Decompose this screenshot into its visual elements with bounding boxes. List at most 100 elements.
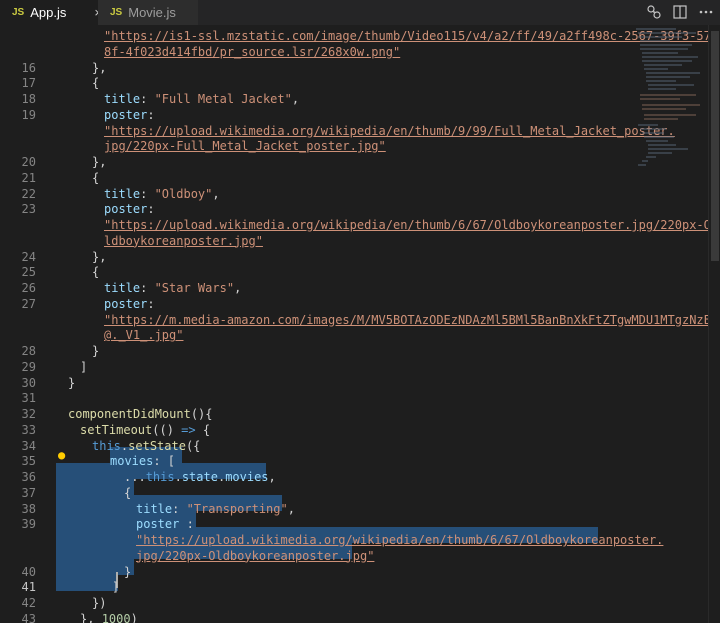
code-text: ...this.state.movies, xyxy=(124,469,276,485)
code-line: 41] xyxy=(0,579,634,595)
code-token: : xyxy=(140,92,155,106)
code-line: 28} xyxy=(0,343,634,359)
code-text: }) xyxy=(92,595,106,611)
js-file-icon: JS xyxy=(12,7,25,18)
line-number: 37 xyxy=(21,485,36,500)
tab-app-js[interactable]: JS App.js × xyxy=(0,0,102,25)
code-text: "https://is1-ssl.mzstatic.com/image/thum… xyxy=(104,28,711,44)
code-token: ] xyxy=(112,580,120,595)
code-token: @._V1_.jpg" xyxy=(104,328,184,343)
line-number: 19 xyxy=(21,107,36,122)
code-token: : xyxy=(140,186,155,201)
code-token: ] xyxy=(80,359,88,374)
code-line: "https://upload.wikimedia.org/wikipedia/… xyxy=(0,217,711,233)
line-number: 20 xyxy=(21,155,36,169)
code-token: "https://upload.wikimedia.org/wikipedia/… xyxy=(104,218,711,232)
code-text: }, 1000) xyxy=(80,611,138,623)
code-line: "https://upload.wikimedia.org/wikipedia/… xyxy=(0,123,675,139)
code-text: { xyxy=(92,264,99,280)
line-number: 38 xyxy=(21,501,36,516)
line-number: 31 xyxy=(21,391,36,406)
code-token: }, xyxy=(92,155,107,169)
code-token: { xyxy=(195,422,211,437)
code-line: 43 }, 1000) xyxy=(0,611,634,623)
code-token: , xyxy=(287,501,295,516)
line-number: 42 xyxy=(21,596,36,610)
code-line: 22 title: "Oldboy", xyxy=(0,186,634,202)
code-token: poster xyxy=(104,296,148,311)
line-number: 43 xyxy=(21,611,36,623)
code-token: poster xyxy=(104,107,148,122)
code-line: 32 componentDidMount(){ xyxy=(0,406,634,422)
code-line: 36 ...this.state.movies, xyxy=(0,469,634,485)
code-token: jpg/220px-Oldboykoreanposter.jpg" xyxy=(136,548,375,563)
line-number: 39 xyxy=(21,517,36,532)
code-token: : xyxy=(179,517,194,532)
code-token: "Oldboy" xyxy=(154,186,213,201)
code-token: }) xyxy=(92,596,107,610)
line-number: 34 xyxy=(21,438,36,453)
code-line: jpg/220px-Oldboykoreanposter.jpg" xyxy=(0,548,634,564)
code-text: this.setState({ xyxy=(92,438,200,454)
code-text: poster: xyxy=(104,201,155,217)
line-number: 18 xyxy=(21,92,36,106)
code-line: 34 this.setState({ xyxy=(0,438,634,454)
code-line: 23 poster: xyxy=(0,201,634,217)
line-number: 36 xyxy=(21,470,36,484)
line-number: 25 xyxy=(21,265,36,280)
line-number: 35 xyxy=(21,454,36,469)
code-token: movies xyxy=(225,470,269,484)
code-text: { xyxy=(124,485,131,501)
line-number: 17 xyxy=(21,76,36,91)
code-token: , xyxy=(212,186,220,201)
code-token: } xyxy=(68,375,76,390)
code-line: @._V1_.jpg" xyxy=(0,327,634,343)
code-line: 26 title: "Star Wars", xyxy=(0,280,634,296)
code-text: } xyxy=(124,564,131,580)
scrollbar-thumb[interactable] xyxy=(711,31,719,261)
code-token: "https://is1-ssl.mzstatic.com/image/thum… xyxy=(104,29,711,43)
code-token: }, xyxy=(80,611,102,623)
code-token: "https://upload.wikimedia.org/wikipedia/… xyxy=(104,123,675,138)
line-number: 26 xyxy=(21,281,36,295)
code-line: 30} xyxy=(0,375,634,391)
code-token: { xyxy=(124,485,132,500)
code-line: 18 title: "Full Metal Jacket", xyxy=(0,91,634,107)
code-line: "https://is1-ssl.mzstatic.com/image/thum… xyxy=(0,28,711,44)
more-actions-icon[interactable] xyxy=(698,4,714,20)
code-token: setState xyxy=(128,438,186,453)
code-line: 27 poster: xyxy=(0,296,634,312)
code-text: title: "Full Metal Jacket", xyxy=(104,91,299,107)
line-number: 24 xyxy=(21,249,36,264)
code-editor[interactable]: ● "https://is1-ssl.mzstatic.com/image/th… xyxy=(0,25,720,623)
code-text: ] xyxy=(112,579,119,595)
code-line: 31 xyxy=(0,390,634,406)
code-text: jpg/220px-Full_Metal_Jacket_poster.jpg" xyxy=(104,138,386,154)
code-token: poster xyxy=(136,517,180,532)
code-line: 17 { xyxy=(0,75,634,91)
tab-label: App.js xyxy=(30,5,67,20)
code-text: ] xyxy=(80,359,87,375)
code-token: movies xyxy=(110,454,154,469)
code-token: : xyxy=(140,281,155,295)
code-token: setTimeout xyxy=(80,422,153,437)
code-token: (() xyxy=(152,422,182,437)
code-token: : xyxy=(172,501,187,516)
code-token: ({ xyxy=(185,438,201,453)
code-line: "https://m.media-amazon.com/images/M/MV5… xyxy=(0,312,711,328)
tab-movie-js[interactable]: JS Movie.js xyxy=(98,0,198,25)
line-number: 28 xyxy=(21,344,36,358)
code-text: title: "Star Wars", xyxy=(104,280,241,296)
compare-changes-icon[interactable] xyxy=(646,4,662,20)
code-token: jpg/220px-Full_Metal_Jacket_poster.jpg" xyxy=(104,139,386,154)
code-token: { xyxy=(92,265,100,280)
split-editor-icon[interactable] xyxy=(672,4,688,20)
code-text: }, xyxy=(92,154,106,170)
code-line: 20}, xyxy=(0,154,634,170)
vertical-scrollbar[interactable] xyxy=(708,25,720,623)
code-line: 24}, xyxy=(0,249,634,265)
code-line: 25 { xyxy=(0,264,634,280)
code-token: "https://m.media-amazon.com/images/M/MV5… xyxy=(104,312,711,327)
minimap[interactable] xyxy=(634,25,708,175)
line-number: 21 xyxy=(21,170,36,185)
